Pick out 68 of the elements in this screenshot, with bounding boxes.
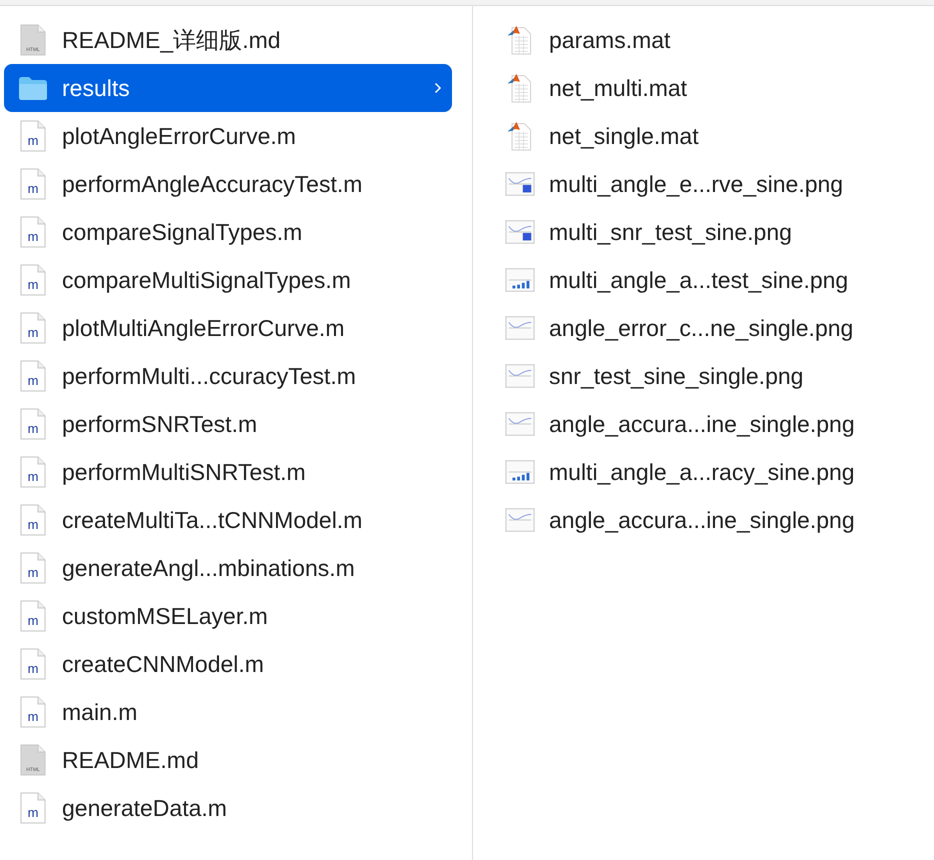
file-row[interactable]: angle_accura...ine_single.png [501, 400, 934, 448]
file-row[interactable]: m plotAngleErrorCurve.m [4, 112, 452, 160]
file-name: multi_angle_e...rve_sine.png [549, 170, 844, 198]
file-name: compareSignalTypes.m [62, 218, 304, 246]
m-file-icon: m [20, 696, 46, 728]
file-name: multi_angle_a...racy_sine.png [549, 458, 856, 486]
file-name: multi_angle_a...test_sine.png [549, 266, 850, 294]
file-name: README.md [62, 746, 200, 774]
file-row[interactable]: multi_angle_a...test_sine.png [501, 256, 934, 304]
file-row[interactable]: m plotMultiAngleErrorCurve.m [4, 304, 452, 352]
file-row[interactable]: m generateAngl...mbinations.m [4, 544, 452, 592]
file-name: performSNRTest.m [62, 410, 258, 438]
file-name: multi_snr_test_sine.png [549, 218, 793, 246]
m-file-icon: m [20, 216, 46, 248]
m-file-icon: m [20, 120, 46, 152]
file-name: performAngleAccuracyTest.m [62, 170, 364, 198]
file-name: README_详细版.md [62, 26, 282, 54]
file-name: main.m [62, 698, 138, 726]
file-name: net_multi.mat [549, 74, 688, 102]
file-row[interactable]: m performMulti...ccuracyTest.m [4, 352, 452, 400]
file-row[interactable]: multi_angle_a...racy_sine.png [501, 448, 934, 496]
file-name: performMulti...ccuracyTest.m [62, 362, 357, 390]
file-row[interactable]: m main.m [4, 688, 452, 736]
m-file-icon: m [20, 552, 46, 584]
file-row[interactable]: m customMSELayer.m [4, 592, 452, 640]
m-file-icon: m [20, 264, 46, 296]
file-row[interactable]: angle_accura...ine_single.png [501, 496, 934, 544]
file-row[interactable]: snr_test_sine_single.png [501, 352, 934, 400]
file-row[interactable]: m createCNNModel.m [4, 640, 452, 688]
file-row[interactable]: m performMultiSNRTest.m [4, 448, 452, 496]
m-file-icon: m [20, 504, 46, 536]
file-name: generateAngl...mbinations.m [62, 554, 356, 582]
file-name: results [62, 74, 131, 102]
file-name: customMSELayer.m [62, 602, 269, 630]
m-file-icon: m [20, 456, 46, 488]
file-name: compareMultiSignalTypes.m [62, 266, 352, 294]
file-name: generateData.m [62, 794, 228, 822]
file-name: performMultiSNRTest.m [62, 458, 307, 486]
file-name: angle_accura...ine_single.png [549, 410, 856, 438]
file-row[interactable]: net_single.mat [501, 112, 934, 160]
file-name: plotAngleErrorCurve.m [62, 122, 297, 150]
file-row[interactable]: m createMultiTa...tCNNModel.m [4, 496, 452, 544]
file-name: createCNNModel.m [62, 650, 265, 678]
file-name: snr_test_sine_single.png [549, 362, 804, 390]
m-file-icon: m [20, 600, 46, 632]
file-row[interactable]: multi_snr_test_sine.png [501, 208, 934, 256]
m-file-icon: m [20, 168, 46, 200]
m-file-icon: m [20, 360, 46, 392]
file-row[interactable]: m performSNRTest.m [4, 400, 452, 448]
file-name: params.mat [549, 26, 672, 54]
file-row[interactable]: m performAngleAccuracyTest.m [4, 160, 452, 208]
file-name: plotMultiAngleErrorCurve.m [62, 314, 346, 342]
file-row[interactable]: multi_angle_e...rve_sine.png [501, 160, 934, 208]
file-row[interactable]: angle_error_c...ne_single.png [501, 304, 934, 352]
file-name: net_single.mat [549, 122, 700, 150]
file-row[interactable]: m compareSignalTypes.m [4, 208, 452, 256]
m-file-icon: m [20, 648, 46, 680]
file-row[interactable]: results [4, 64, 452, 112]
file-row[interactable]: params.mat [501, 16, 934, 64]
m-file-icon: m [20, 792, 46, 824]
file-name: createMultiTa...tCNNModel.m [62, 506, 364, 534]
m-file-icon: m [20, 408, 46, 440]
file-row[interactable]: m compareMultiSignalTypes.m [4, 256, 452, 304]
file-name: angle_accura...ine_single.png [549, 506, 856, 534]
m-file-icon: m [20, 312, 46, 344]
file-row[interactable]: net_multi.mat [501, 64, 934, 112]
file-name: angle_error_c...ne_single.png [549, 314, 854, 342]
file-row[interactable]: m generateData.m [4, 784, 452, 832]
